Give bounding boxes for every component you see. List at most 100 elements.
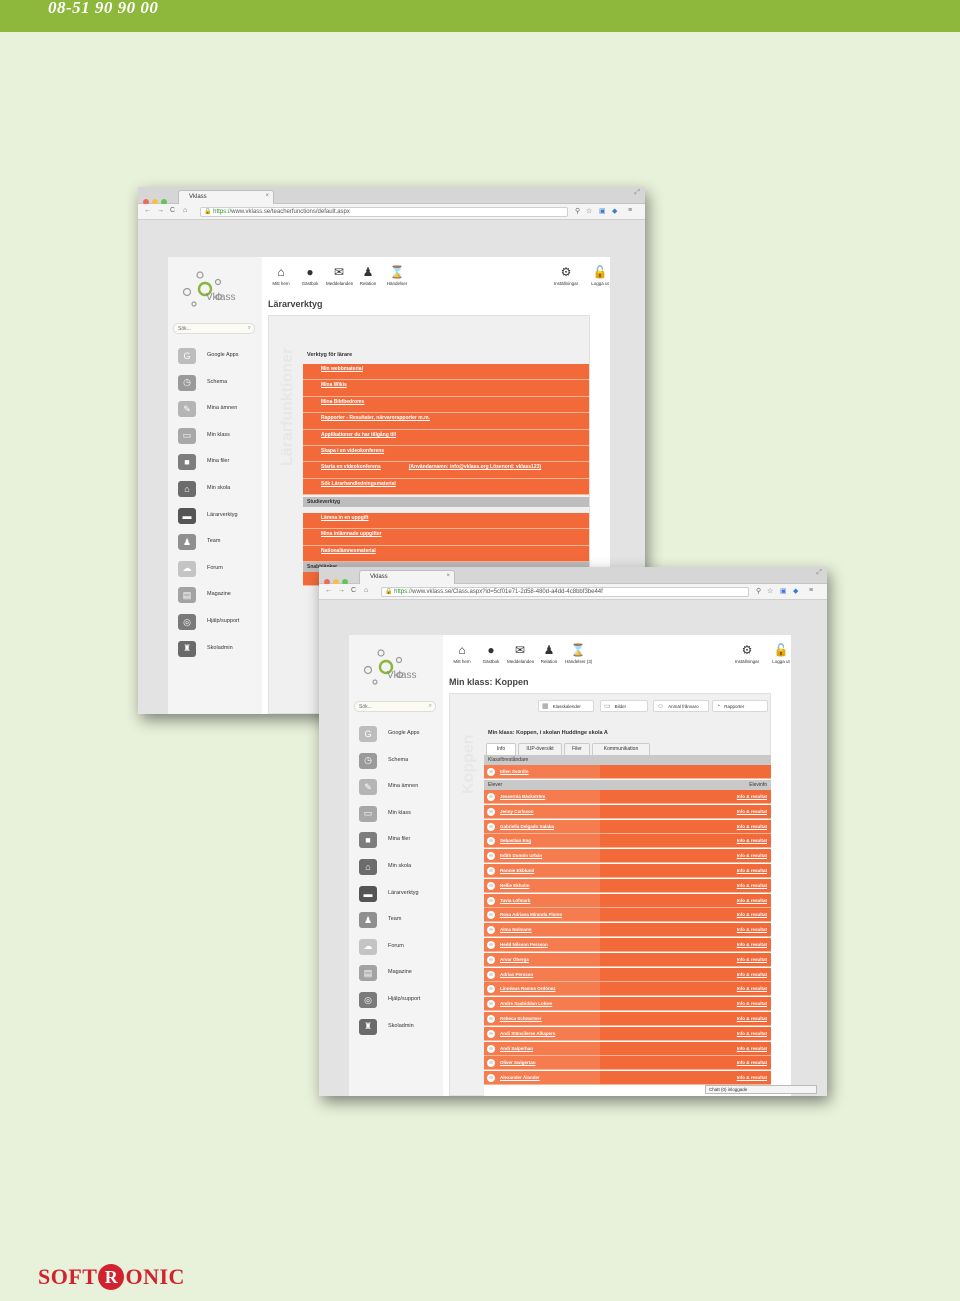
- browser-tab[interactable]: Vklass ×: [178, 190, 274, 204]
- topnav-relation[interactable]: ♟ Relation: [355, 265, 381, 286]
- student-name[interactable]: Hedd Nilsson Persson: [500, 942, 548, 947]
- table-row[interactable]: Sebastian Eng Info & resultat: [484, 834, 771, 849]
- topnav-g-stbok[interactable]: ● Gästbok: [478, 643, 504, 664]
- sidebar-item-magazine[interactable]: ▤ Magazine: [359, 964, 439, 984]
- table-row[interactable]: Adrian Persson Info & resultat: [484, 967, 771, 982]
- table-row[interactable]: Gabriella Delgado Salaba Info & resultat: [484, 819, 771, 834]
- info-result-link[interactable]: Info & resultat: [737, 927, 767, 932]
- teacher-link[interactable]: Starta en videokonferens (Användarnamn: i…: [303, 462, 589, 479]
- teacher-link-label[interactable]: Rapporter - Resultater, närvarorapporter…: [321, 415, 430, 421]
- sidebar-item-team[interactable]: ♟ Team: [359, 911, 439, 931]
- close-icon[interactable]: ×: [265, 193, 269, 199]
- teacher-link[interactable]: Mina Wikis: [303, 380, 589, 397]
- teacher-link[interactable]: Applikationer du har tillgång till: [303, 429, 589, 446]
- table-row[interactable]: Edith Dumón Urbán Info & resultat: [484, 849, 771, 864]
- info-result-link[interactable]: Info & resultat: [737, 1031, 767, 1036]
- sidebar-item-google-apps[interactable]: G Google Apps: [359, 725, 439, 745]
- toolbar-rapporter[interactable]: ◔ Rapporter: [712, 700, 768, 712]
- fullscreen-icon[interactable]: ⤢: [816, 569, 822, 577]
- student-name[interactable]: Alma Nolmann: [500, 927, 532, 932]
- info-result-link[interactable]: Info & resultat: [737, 794, 767, 799]
- tab-kommunikation[interactable]: Kommunikation: [592, 743, 650, 755]
- forward-icon[interactable]: →: [157, 207, 164, 214]
- menu-icon[interactable]: ≡: [628, 207, 632, 214]
- table-row[interactable]: Alexander Ålander Info & resultat: [484, 1071, 771, 1086]
- table-row[interactable]: Jessernia Bäckström Info & resultat: [484, 790, 771, 804]
- sidebar-item-skoladmin[interactable]: ♜ Skoladmin: [359, 1018, 439, 1038]
- fullscreen-icon[interactable]: ⤢: [634, 189, 640, 197]
- sidebar-item-magazine[interactable]: ▤ Magazine: [178, 586, 258, 606]
- chat-status[interactable]: Chatt (0) inloggade: [705, 1085, 817, 1094]
- search-icon[interactable]: ⌕: [429, 703, 432, 710]
- table-row[interactable]: Oliver Swigertan Info & resultat: [484, 1056, 771, 1071]
- extension-icon[interactable]: ▣: [780, 587, 787, 595]
- info-result-link[interactable]: Info & resultat: [737, 824, 767, 829]
- sidebar-item-min-klass[interactable]: ▭ Min klass: [178, 427, 258, 447]
- mentor-row[interactable]: Ellen Svärdin: [484, 765, 771, 779]
- info-result-link[interactable]: Info & resultat: [737, 809, 767, 814]
- student-name[interactable]: Andi Stäncilerse Alkapers: [500, 1031, 555, 1036]
- info-result-link[interactable]: Info & resultat: [737, 1046, 767, 1051]
- toolbar-anm-l-fr-nvaro[interactable]: ☺ Anmäl frånvaro: [653, 700, 709, 712]
- table-row[interactable]: Andi Salperhan Info & resultat: [484, 1041, 771, 1056]
- teacher-link[interactable]: Rapporter - Resultater, närvarorapporter…: [303, 413, 589, 430]
- study-link-label[interactable]: Mina inlämnade uppgifter: [321, 531, 382, 537]
- back-icon[interactable]: ←: [325, 587, 332, 594]
- teacher-link-label[interactable]: Sök Lärarhandledningsmaterial: [321, 481, 396, 487]
- reload-icon[interactable]: C: [170, 207, 175, 214]
- info-result-link[interactable]: Info & resultat: [737, 1016, 767, 1021]
- teacher-link-label[interactable]: Applikationer du har tillgång till: [321, 432, 396, 438]
- teacher-link[interactable]: Mina Bildbedroms: [303, 396, 589, 414]
- close-icon[interactable]: ×: [446, 573, 450, 579]
- tab-filer[interactable]: Filer: [564, 743, 590, 755]
- extension-icon[interactable]: ◆: [612, 207, 617, 215]
- extension-icon[interactable]: ▣: [599, 207, 606, 215]
- table-row[interactable]: Rebeca Schwartser Info & resultat: [484, 1012, 771, 1026]
- table-row[interactable]: Tuvia Löfmark Info & resultat: [484, 893, 771, 908]
- student-name[interactable]: Edith Dumón Urbán: [500, 853, 542, 858]
- table-row[interactable]: Jenny Carlsson Info & resultat: [484, 804, 771, 819]
- forward-icon[interactable]: →: [338, 587, 345, 594]
- home-icon[interactable]: ⌂: [183, 207, 187, 214]
- topnav-mitt-hem[interactable]: ⌂ Mitt hem: [268, 265, 294, 286]
- sidebar-item-min-skola[interactable]: ⌂ Min skola: [359, 858, 439, 878]
- home-icon[interactable]: ⌂: [364, 587, 368, 594]
- study-link-label[interactable]: Nationalämnesmaterial: [321, 548, 376, 554]
- teacher-link-label[interactable]: Starta en videokonferens: [321, 464, 381, 470]
- tab-iup-versikt[interactable]: IUP-översikt: [518, 743, 562, 755]
- mentor-name[interactable]: Ellen Svärdin: [500, 769, 529, 774]
- info-result-link[interactable]: Info & resultat: [737, 942, 767, 947]
- star-icon[interactable]: ☆: [586, 207, 592, 215]
- teacher-link-label[interactable]: Mina Wikis: [321, 382, 347, 388]
- student-name[interactable]: Oliver Swigertan: [500, 1060, 536, 1065]
- search-icon[interactable]: ⌕: [248, 325, 251, 332]
- teacher-link[interactable]: Min webbmaterial: [303, 364, 589, 381]
- search-input[interactable]: Sök... ⌕: [354, 701, 436, 712]
- student-name[interactable]: Gabriella Delgado Salaba: [500, 824, 554, 829]
- topnav-meddelanden[interactable]: ✉ Meddelanden: [507, 643, 534, 664]
- info-result-link[interactable]: Info & resultat: [737, 1075, 767, 1080]
- info-result-link[interactable]: Info & resultat: [737, 972, 767, 977]
- teacher-link-label[interactable]: Min webbmaterial: [321, 366, 363, 372]
- table-row[interactable]: Andre Saabiddan Lokwe Info & resultat: [484, 997, 771, 1012]
- sidebar-item-schema[interactable]: ◷ Schema: [359, 752, 439, 772]
- sidebar-item-hj-lp-support[interactable]: ◎ Hjälp/support: [178, 613, 258, 633]
- student-name[interactable]: Rebeca Schwartser: [500, 1016, 542, 1021]
- info-result-link[interactable]: Info & resultat: [737, 957, 767, 962]
- back-icon[interactable]: ←: [144, 207, 151, 214]
- student-name[interactable]: Arvar Öberga: [500, 957, 529, 962]
- topnav-relation[interactable]: ♟ Relation: [536, 643, 562, 664]
- info-result-link[interactable]: Info & resultat: [737, 1001, 767, 1006]
- student-name[interactable]: Jessernia Bäckström: [500, 794, 545, 799]
- table-row[interactable]: Andi Stäncilerse Alkapers Info & resultat: [484, 1026, 771, 1041]
- topnav-h-ndelser[interactable]: ⌛ Händelser (3): [565, 643, 592, 664]
- student-name[interactable]: Sebastian Eng: [500, 838, 531, 843]
- sidebar-item-l-rarverktyg[interactable]: ▬ Lärarverktyg: [178, 507, 258, 527]
- student-name[interactable]: Tuvia Löfmark: [500, 898, 530, 903]
- teacher-link[interactable]: Sök Lärarhandledningsmaterial: [303, 478, 589, 496]
- study-link[interactable]: Mina inlämnade uppgifter: [303, 529, 589, 546]
- student-name[interactable]: Andre Saabiddan Lokwe: [500, 1001, 552, 1006]
- star-icon[interactable]: ☆: [767, 587, 773, 595]
- sidebar-item-mina-filer[interactable]: ■ Mina filer: [178, 453, 258, 473]
- tab-info[interactable]: Info: [486, 743, 516, 755]
